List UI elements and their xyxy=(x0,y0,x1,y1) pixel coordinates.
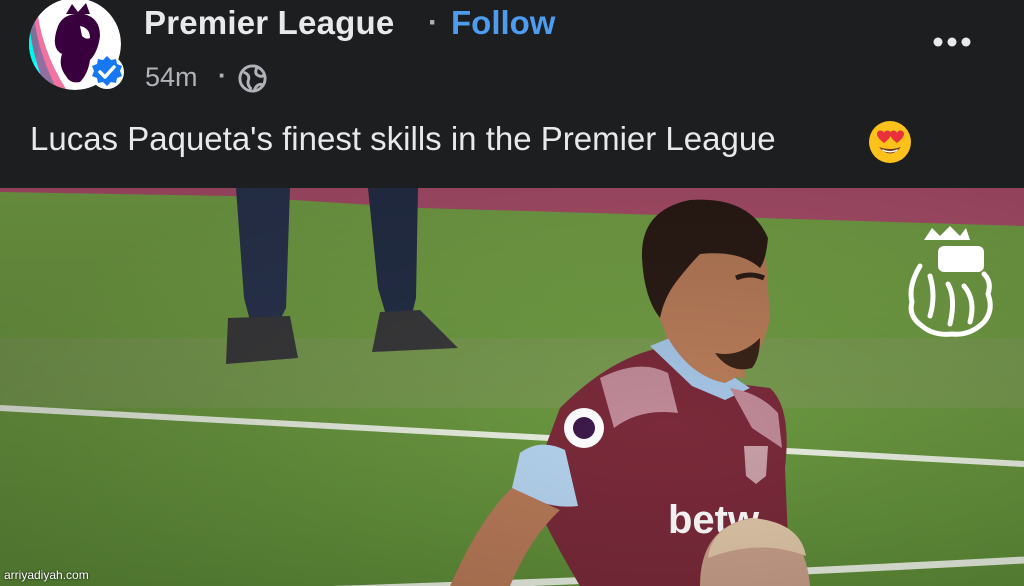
post-timestamp[interactable]: 54m xyxy=(145,62,198,93)
verified-badge-icon xyxy=(90,55,124,89)
post-header: Premier League · Follow 54m · Lucas Paqu… xyxy=(0,0,1024,188)
page-avatar[interactable] xyxy=(28,0,124,90)
header-separator: · xyxy=(428,6,438,39)
video-player[interactable]: betw xyxy=(0,188,1024,586)
post-caption: Lucas Paqueta's finest skills in the Pre… xyxy=(30,120,776,157)
page-name[interactable]: Premier League xyxy=(144,4,394,42)
time-separator: · xyxy=(218,60,227,90)
more-options-icon[interactable] xyxy=(930,34,974,50)
follow-button[interactable]: Follow xyxy=(451,4,555,42)
globe-icon xyxy=(238,64,267,93)
watermark: arriyadiyah.com xyxy=(4,568,89,582)
heart-eyes-emoji xyxy=(869,121,911,163)
